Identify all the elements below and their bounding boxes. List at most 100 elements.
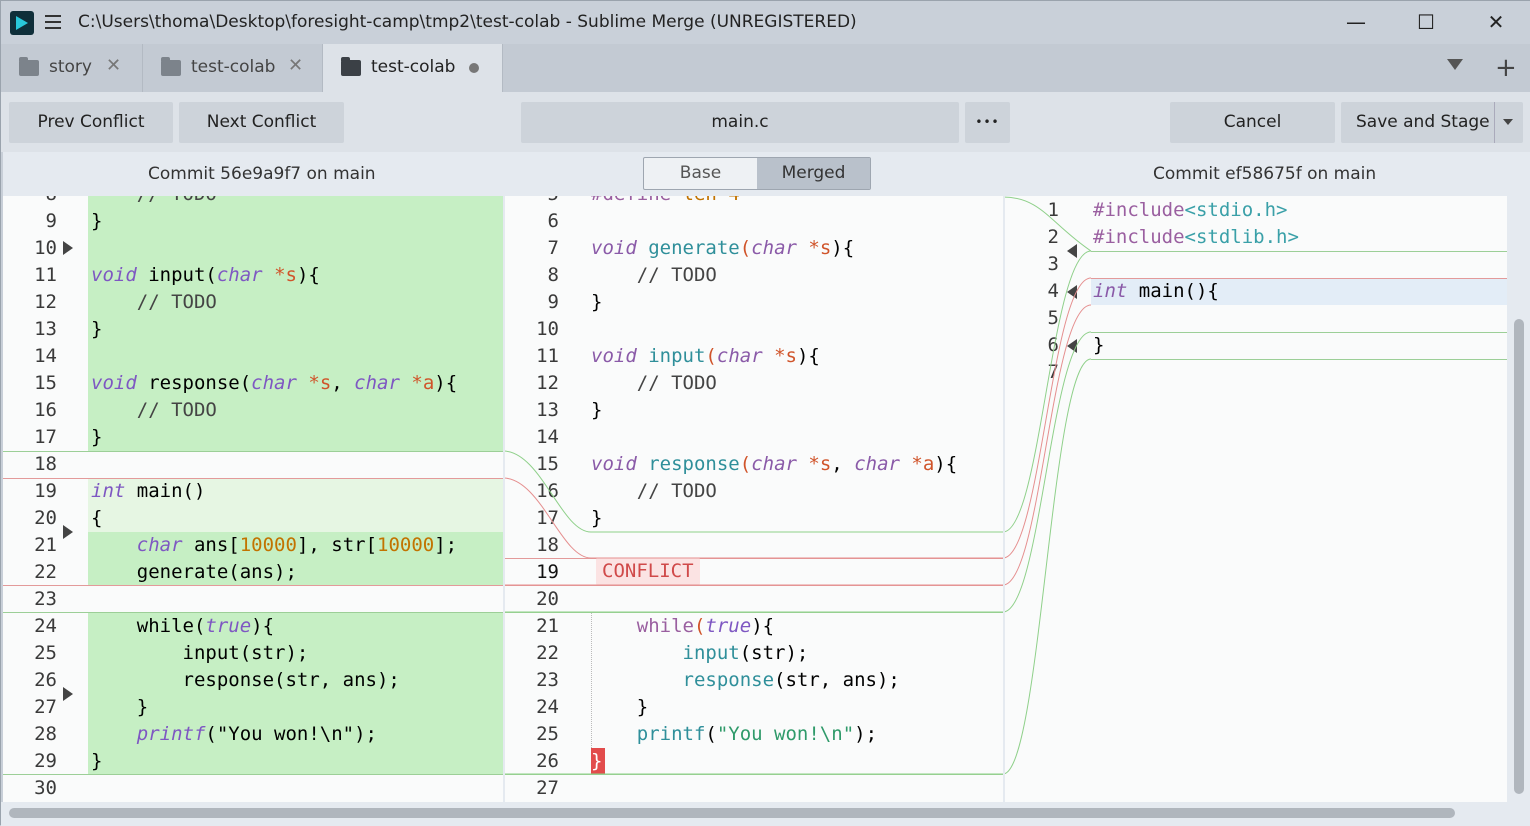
line-number: 7 [1047,361,1059,383]
code-line: int main(){ [1093,280,1219,302]
divider [3,478,503,479]
take-hunk-arrow-left-icon[interactable] [1067,285,1077,299]
code-line: } [1093,334,1105,356]
line-number: 18 [536,534,559,556]
code-line: // TODO [591,372,717,394]
take-hunk-arrow-left-icon[interactable] [1067,339,1077,353]
line-number: 25 [536,723,559,745]
line-number: 8 [547,264,559,286]
next-conflict-button[interactable]: Next Conflict [179,102,344,143]
vertical-scrollbar-thumb[interactable] [1514,319,1524,794]
code-line: // TODO [91,291,217,313]
horizontal-scrollbar-thumb[interactable] [9,808,1455,818]
prev-conflict-button[interactable]: Prev Conflict [9,102,173,143]
code-line: void response(char *s, char *a){ [91,372,458,394]
toggle-base[interactable]: Base [644,158,757,189]
tab-test-colab-active[interactable]: test-colab [323,44,503,92]
code-line: void input(char *s){ [91,264,320,286]
line-number: 17 [34,426,57,448]
line-number-current: 19 [536,561,559,583]
line-number: 24 [536,696,559,718]
code-line: void input(char *s){ [591,345,820,367]
line-number: 16 [34,399,57,421]
pane-divider[interactable] [503,196,505,802]
close-tab-icon[interactable]: ✕ [288,55,303,76]
left-code-pane[interactable]: 8 9 10 11 12 13 14 15 16 17 18 19 20 21 … [3,196,503,806]
save-and-stage-button[interactable]: Save and Stage [1341,102,1523,143]
code-line: #include<stdio.h> [1093,199,1288,221]
right-code-pane[interactable]: 1 2 3 4 5 6 7 #include<stdio.h> #include… [1005,196,1507,806]
toggle-merged[interactable]: Merged [757,158,870,189]
line-number: 30 [34,777,57,799]
line-number: 6 [1047,334,1059,356]
code-line: // TODO [591,264,717,286]
code-line: // TODO [91,399,217,421]
pane-divider[interactable] [1003,196,1005,802]
left-commit-header: Commit 56e9a9f7 on main [148,164,376,184]
line-number: 5 [1047,307,1059,329]
line-number: 9 [547,291,559,313]
save-options-chevron-down-icon[interactable] [1503,119,1513,125]
line-number: 22 [34,561,57,583]
line-number: 11 [536,345,559,367]
line-number: 5 [505,196,559,208]
line-number: 3 [1047,253,1059,275]
merged-code-pane[interactable]: 5 6 7 8 9 10 11 12 13 14 15 16 17 18 19 … [505,196,1003,806]
line-number: 27 [536,777,559,799]
line-number: 15 [34,372,57,394]
line-number: 29 [34,750,57,772]
line-number: 16 [536,480,559,502]
code-line: // TODO [591,480,717,502]
tab-bar: story ✕ test-colab ✕ test-colab [1,44,1530,92]
tab-list-dropdown-icon[interactable] [1447,59,1463,70]
file-name-display[interactable]: main.c [521,102,959,143]
code-line: while(true){ [91,615,275,637]
line-number: 18 [34,453,57,475]
line-number: 12 [34,291,57,313]
line-number: 8 [3,196,57,208]
code-line: #include<stdlib.h> [1093,226,1299,248]
maximize-button[interactable]: ☐ [1391,1,1461,44]
hamburger-menu-icon[interactable] [45,15,61,29]
divider [505,558,1003,559]
cancel-button[interactable]: Cancel [1170,102,1335,143]
divider [3,774,503,775]
line-number: 22 [536,642,559,664]
take-hunk-arrow-icon[interactable] [63,525,73,539]
take-hunk-arrow-icon[interactable] [63,687,73,701]
unsaved-dot-icon[interactable] [469,63,479,73]
take-hunk-arrow-icon[interactable] [63,241,73,255]
merge-toolbar: Prev Conflict Next Conflict main.c ••• C… [1,92,1530,152]
code-line: generate(ans); [91,561,297,583]
code-line: } [91,750,103,772]
divider [1091,251,1507,252]
tab-test-colab[interactable]: test-colab ✕ [143,44,323,92]
line-number: 10 [536,318,559,340]
close-window-button[interactable]: ✕ [1461,1,1530,44]
line-number: 2 [1047,226,1059,248]
line-number: 12 [536,372,559,394]
tab-label: test-colab [191,57,276,77]
code-line: void response(char *s, char *a){ [591,453,958,475]
line-number: 9 [45,210,57,232]
code-line: printf("You won!\n"); [136,723,377,745]
minimize-button[interactable]: — [1321,1,1391,44]
line-number: 11 [34,264,57,286]
take-hunk-arrow-left-icon[interactable] [1067,244,1077,258]
line-number: 17 [536,507,559,529]
line-number: 20 [536,588,559,610]
line-number: 19 [34,480,57,502]
code-line: } [91,210,103,232]
more-options-button[interactable]: ••• [965,102,1010,143]
close-tab-icon[interactable]: ✕ [106,55,121,76]
code-line: void generate(char *s){ [591,237,855,259]
line-number: 1 [1047,199,1059,221]
conflict-marker[interactable]: CONFLICT [596,558,700,585]
line-number: 14 [34,345,57,367]
line-number: 24 [34,615,57,637]
tab-story[interactable]: story ✕ [1,44,143,92]
code-line: int main() [91,480,206,502]
divider [1091,359,1507,360]
new-tab-button[interactable]: + [1495,53,1517,83]
unmatched-brace: } [591,748,605,774]
